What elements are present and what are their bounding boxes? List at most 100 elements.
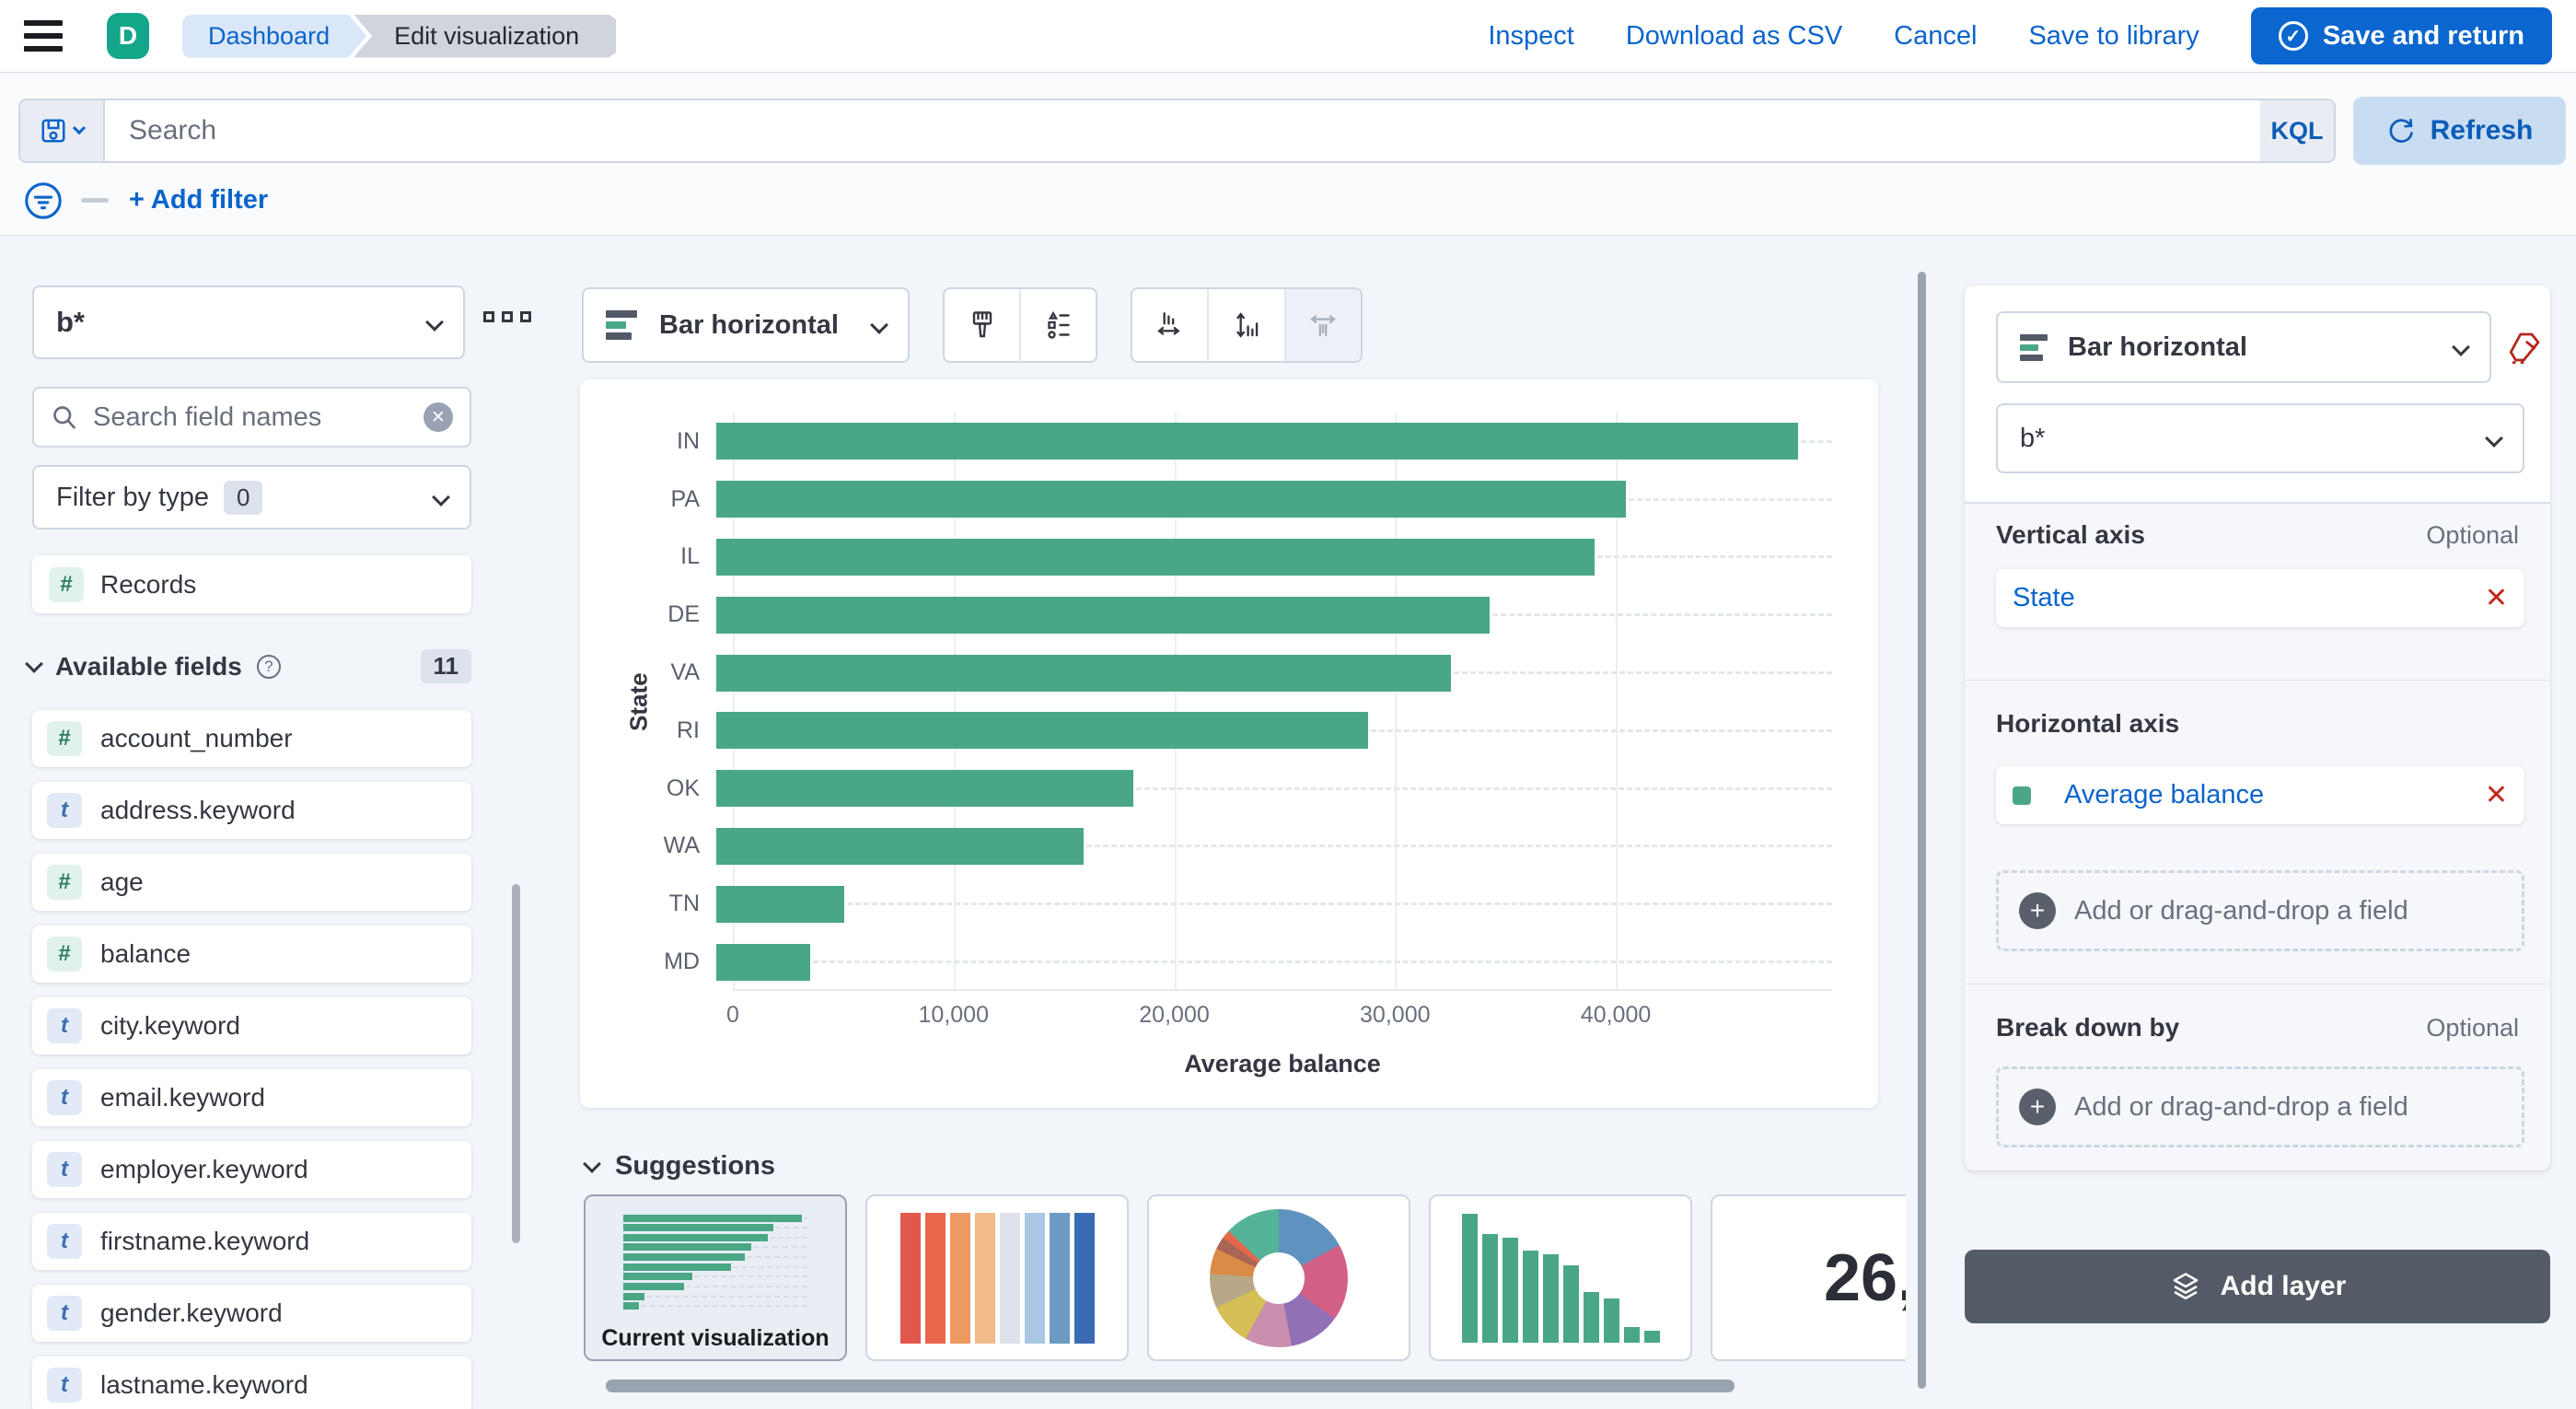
workspace-scrollbar[interactable]	[1918, 272, 1926, 1389]
axis-vertical-icon	[1236, 312, 1259, 338]
bar-track	[716, 933, 1832, 991]
axis-right-icon	[1310, 315, 1337, 337]
menu-icon[interactable]	[24, 20, 63, 52]
layer-chart-type-select[interactable]: Bar horizontal	[1996, 311, 2491, 383]
row-dashed-line	[1135, 786, 1832, 790]
bar-track	[716, 529, 1832, 587]
search-input[interactable]: Search	[105, 115, 2260, 146]
y-tick-label: RI	[677, 716, 700, 743]
x-tick-label: 10,000	[918, 1002, 989, 1028]
bar-PA[interactable]	[716, 481, 1627, 518]
chevron-down-icon	[2452, 338, 2470, 356]
bar-IN[interactable]	[716, 423, 1799, 460]
row-dashed-line	[1629, 497, 1832, 501]
bottom-axis-button[interactable]	[1209, 289, 1286, 361]
top-actions: Inspect Download as CSV Cancel Save to libr…	[1488, 7, 2552, 64]
break-down-add-field[interactable]: + Add or drag-and-drop a field	[1996, 1066, 2524, 1147]
bar-VA[interactable]	[716, 654, 1452, 692]
add-filter-button[interactable]: + Add filter	[129, 185, 268, 215]
field-item[interactable]: # account_number	[32, 710, 471, 767]
mini-donut-chart	[1210, 1208, 1348, 1347]
space-avatar[interactable]: D	[107, 13, 149, 59]
records-field[interactable]: # Records	[32, 555, 471, 613]
left-axis-button[interactable]	[1132, 289, 1210, 361]
field-item[interactable]: t city.keyword	[32, 997, 471, 1054]
chart-row: IN	[657, 413, 1832, 471]
row-dashed-line	[1491, 613, 1832, 617]
chart-rows: IN PA IL DE VA RI OK WA TN MD	[657, 413, 1832, 991]
field-item[interactable]: t gender.keyword	[32, 1285, 471, 1342]
add-layer-button[interactable]: Add layer	[1965, 1250, 2550, 1323]
saved-query-menu-button[interactable]	[20, 100, 105, 161]
row-dashed-line	[1801, 439, 1832, 443]
field-item[interactable]: t email.keyword	[32, 1069, 471, 1126]
field-item[interactable]: # age	[32, 854, 471, 911]
bar-WA[interactable]	[716, 827, 1085, 865]
saved-filters-icon[interactable]	[22, 180, 64, 222]
sidebar-scrollbar[interactable]	[512, 884, 520, 1243]
field-name: balance	[100, 939, 191, 968]
index-pattern-select[interactable]: b*	[32, 285, 465, 359]
sidebar-options-icon[interactable]	[483, 311, 531, 322]
save-and-return-button[interactable]: ✓ Save and return	[2250, 7, 2552, 64]
field-item[interactable]: t lastname.keyword	[32, 1357, 471, 1409]
number-token-icon: #	[49, 566, 84, 602]
bar-track	[716, 471, 1832, 529]
refresh-button[interactable]: Refresh	[2353, 97, 2566, 165]
available-fields-header[interactable]: Available fields ? 11	[25, 649, 471, 683]
clear-search-icon[interactable]: ✕	[424, 402, 453, 432]
chevron-down-icon	[870, 316, 888, 334]
action-inspect[interactable]: Inspect	[1488, 21, 1574, 52]
clear-layer-icon[interactable]	[2506, 328, 2545, 367]
filter-by-type-select[interactable]: Filter by type 0	[32, 465, 471, 530]
remove-dimension-icon[interactable]: ✕	[2485, 779, 2508, 811]
bar-IL[interactable]	[716, 538, 1595, 576]
bar-TN[interactable]	[716, 885, 844, 923]
bar-DE[interactable]	[716, 596, 1490, 634]
breadcrumb-dashboard[interactable]: Dashboard	[182, 15, 366, 58]
legend-settings-button[interactable]	[1021, 289, 1096, 361]
help-icon[interactable]: ?	[256, 654, 281, 679]
bar-track	[716, 413, 1832, 471]
suggestion-list: Current visualization 26,	[584, 1194, 1906, 1361]
suggestion-card-metric[interactable]: 26,	[1711, 1194, 1906, 1361]
suggestions-scrollbar[interactable]	[606, 1380, 1735, 1392]
suggestions-header[interactable]: Suggestions	[583, 1151, 775, 1182]
field-name: age	[100, 868, 144, 896]
layer-index-pattern-select[interactable]: b*	[1996, 403, 2524, 473]
field-name: email.keyword	[100, 1083, 265, 1112]
suggestion-card-bar-horizontal[interactable]: Current visualization	[584, 1194, 847, 1361]
field-search[interactable]: Search field names ✕	[32, 387, 471, 448]
bar-OK[interactable]	[716, 770, 1133, 808]
y-tick-label: OK	[666, 774, 700, 801]
field-sidebar: b* Search field names ✕ Filter by type 0…	[0, 236, 552, 1409]
field-item[interactable]: # balance	[32, 926, 471, 983]
chart-type-select[interactable]: Bar horizontal	[582, 287, 910, 363]
field-item[interactable]: t address.keyword	[32, 782, 471, 839]
field-list: # account_number t address.keyword # age # bala…	[32, 710, 471, 1409]
action-download-as-csv[interactable]: Download as CSV	[1626, 21, 1842, 52]
vertical-axis-dimension[interactable]: State ✕	[1996, 569, 2524, 627]
bar-RI[interactable]	[716, 712, 1369, 750]
suggestion-card-donut[interactable]	[1147, 1194, 1410, 1361]
query-language-button[interactable]: KQL	[2260, 100, 2334, 161]
y-axis-title: State	[624, 672, 653, 731]
row-dashed-line	[813, 961, 1832, 964]
current-visualization-label: Current visualization	[601, 1325, 830, 1351]
bar-MD[interactable]	[716, 943, 811, 981]
horizontal-axis-add-field[interactable]: + Add or drag-and-drop a field	[1996, 870, 2524, 951]
action-save-to-library[interactable]: Save to library	[2028, 21, 2199, 52]
horizontal-axis-dimension[interactable]: Average balance ✕	[1996, 766, 2524, 824]
bar-horizontal-icon	[606, 310, 643, 340]
field-name: firstname.keyword	[100, 1227, 310, 1255]
appearance-button[interactable]	[945, 289, 1021, 361]
remove-dimension-icon[interactable]: ✕	[2485, 582, 2508, 614]
suggestion-card-bar-vertical-green[interactable]	[1429, 1194, 1692, 1361]
editor-content: b* Search field names ✕ Filter by type 0…	[0, 236, 2576, 1409]
field-item[interactable]: t employer.keyword	[32, 1141, 471, 1198]
action-cancel[interactable]: Cancel	[1894, 21, 1977, 52]
chart-row: IL	[657, 529, 1832, 587]
filter-bar: + Add filter	[0, 166, 2576, 236]
field-item[interactable]: t firstname.keyword	[32, 1213, 471, 1270]
suggestion-card-bar-vertical-palette[interactable]	[865, 1194, 1129, 1361]
